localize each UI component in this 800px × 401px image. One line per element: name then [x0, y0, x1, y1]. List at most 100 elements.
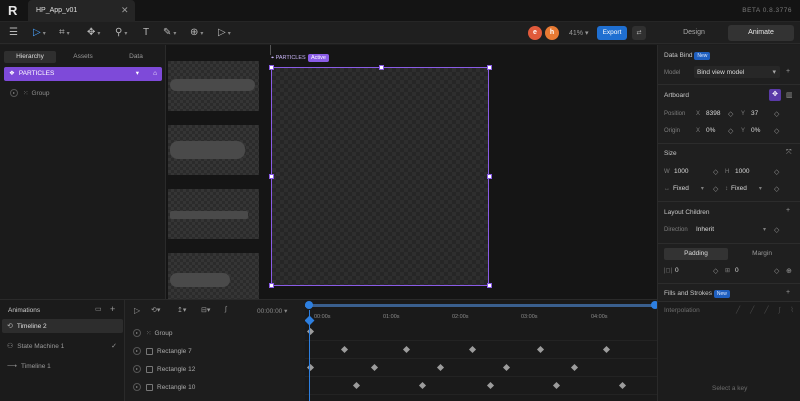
expand-spacing-icon[interactable]: ⊕ — [786, 267, 792, 275]
folder-icon[interactable]: ▭ — [95, 305, 102, 313]
keyframe[interactable] — [418, 381, 427, 390]
keyframe[interactable] — [502, 363, 511, 372]
animation-item-state-machine-1[interactable]: ⚇ State Machine 1 ✓ — [2, 339, 123, 353]
play-tool-icon[interactable]: ▷ ▾ — [218, 27, 231, 39]
keyframe-icon[interactable]: ◇ — [774, 185, 779, 193]
keyframe[interactable] — [602, 345, 611, 354]
frame-tool-icon[interactable]: ⌗ ▾ — [59, 27, 70, 39]
track-group[interactable] — [305, 323, 657, 341]
plus-icon[interactable]: + — [786, 68, 790, 75]
padding-right-input[interactable]: 0 — [735, 267, 739, 274]
animation-item-timeline-1[interactable]: ⟶ Timeline 1 — [2, 359, 123, 373]
keyframe-icon[interactable]: ◇ — [713, 267, 718, 275]
share-button[interactable]: ⇄ — [632, 26, 646, 40]
text-tool-icon[interactable]: T — [143, 27, 149, 39]
keyframe-icon[interactable]: ◇ — [774, 110, 779, 118]
keyframe[interactable] — [486, 381, 495, 390]
timeline-tracks[interactable]: 00:00s 01:00s 02:00s 03:00s 04:00s — [305, 299, 657, 401]
plus-icon[interactable]: + — [786, 207, 790, 214]
resize-handle[interactable] — [487, 65, 492, 70]
canvas-artboard-thumbnail[interactable] — [168, 125, 259, 175]
origin-y-input[interactable]: 0% — [751, 127, 760, 134]
hierarchy-item-particles[interactable]: ❖ PARTICLES ▾ ⌂ — [4, 67, 162, 81]
collaborator-avatar[interactable]: e — [528, 26, 542, 40]
expand-icon[interactable]: ▸ — [10, 89, 18, 97]
keyframe[interactable] — [370, 363, 379, 372]
timeline-layer-rectangle-12[interactable]: ▸ Rectangle 12 — [133, 362, 195, 376]
bone-tool-icon[interactable]: ⚲ ▾ — [115, 27, 127, 39]
resize-handle[interactable] — [269, 174, 274, 179]
keyframe[interactable] — [468, 345, 477, 354]
tab-hierarchy[interactable]: Hierarchy — [4, 51, 56, 63]
pen-tool-icon[interactable]: ✥ ▾ — [87, 27, 100, 39]
snap-icon[interactable]: ⊟▾ — [201, 306, 210, 314]
timeline-scrollbar-thumb[interactable] — [305, 304, 655, 307]
tag-icon[interactable]: ⌂ — [153, 67, 157, 81]
direction-icon[interactable]: ↥▾ — [177, 306, 186, 314]
file-tab[interactable]: HP_App_v01 ✕ — [28, 0, 135, 22]
timecode[interactable]: 00:00:00 ▾ — [257, 307, 287, 315]
fit-icon[interactable]: ⤧ — [786, 149, 792, 157]
padding-tab[interactable]: Padding — [664, 248, 728, 260]
width-mode-select[interactable]: ↔ Fixed ▾ — [664, 185, 704, 192]
resize-handle[interactable] — [487, 174, 492, 179]
padding-left-input[interactable]: 0 — [675, 267, 679, 274]
animate-mode-tab[interactable]: Animate — [728, 25, 794, 41]
expand-icon[interactable]: ▸ — [133, 347, 141, 355]
collaborator-avatar[interactable]: h — [545, 26, 559, 40]
hierarchy-item-group[interactable]: ▸ ⁙ Group — [10, 89, 50, 97]
direction-select[interactable]: Inherit ▾ — [696, 226, 766, 233]
keyframe[interactable] — [618, 381, 627, 390]
track-rectangle-12[interactable] — [305, 359, 657, 377]
pointer-tool-icon[interactable]: ▷ ▾ — [33, 27, 46, 39]
resize-handle[interactable] — [269, 65, 274, 70]
shape-tool-icon[interactable]: ✎ ▾ — [163, 27, 176, 39]
canvas-artboard-thumbnail[interactable] — [168, 253, 259, 299]
zoom-level[interactable]: 41% ▾ — [569, 29, 588, 37]
keyframe[interactable] — [536, 345, 545, 354]
scroll-start-handle[interactable] — [305, 301, 313, 309]
timeline-layer-group[interactable]: ▸ ⁙ Group — [133, 326, 173, 340]
canvas-artboard-thumbnail[interactable] — [168, 189, 259, 239]
close-icon[interactable]: ✕ — [121, 5, 129, 16]
app-logo[interactable]: R — [8, 4, 22, 18]
artboard-bind-icon[interactable]: ✥ — [769, 89, 781, 101]
keyframe[interactable] — [436, 363, 445, 372]
height-input[interactable]: 1000 — [735, 168, 749, 175]
timeline-layer-rectangle-7[interactable]: ▸ Rectangle 7 — [133, 344, 192, 358]
plus-icon[interactable]: + — [110, 304, 115, 314]
resize-handle[interactable] — [379, 65, 384, 70]
resize-handle[interactable] — [269, 283, 274, 288]
easing-icon[interactable]: ∫ — [225, 306, 227, 313]
origin-x-input[interactable]: 0% — [706, 127, 715, 134]
expand-icon[interactable]: ▸ — [133, 365, 141, 373]
expand-icon[interactable]: ▸ — [133, 329, 141, 337]
expand-icon[interactable]: ▸ — [133, 383, 141, 391]
component-tool-icon[interactable]: ⊕ ▾ — [190, 27, 203, 39]
timeline-layer-rectangle-10[interactable]: ▸ Rectangle 10 — [133, 380, 195, 394]
scroll-end-handle[interactable] — [651, 301, 657, 309]
design-mode-tab[interactable]: Design — [662, 25, 726, 41]
keyframe-icon[interactable]: ◇ — [728, 127, 733, 135]
keyframe-icon[interactable]: ◇ — [713, 168, 718, 176]
loop-icon[interactable]: ⟲▾ — [151, 306, 160, 314]
canvas-artboard-thumbnail[interactable] — [168, 61, 259, 111]
keyframe-icon[interactable]: ◇ — [713, 185, 718, 193]
export-button[interactable]: Export — [597, 26, 627, 40]
tab-assets[interactable]: Assets — [57, 51, 109, 63]
keyframe-icon[interactable]: ◇ — [774, 226, 779, 234]
keyframe-icon[interactable]: ◇ — [774, 267, 779, 275]
track-rectangle-7[interactable] — [305, 341, 657, 359]
keyframe[interactable] — [402, 345, 411, 354]
keyframe[interactable] — [340, 345, 349, 354]
position-x-input[interactable]: 8398 — [706, 110, 720, 117]
height-mode-select[interactable]: ↕ Fixed ▾ — [725, 185, 762, 192]
keyframe-icon[interactable]: ◇ — [774, 127, 779, 135]
track-rectangle-10[interactable] — [305, 377, 657, 395]
chevron-down-icon[interactable]: ▾ — [136, 67, 139, 81]
margin-tab[interactable]: Margin — [730, 248, 794, 260]
tab-data[interactable]: Data — [110, 51, 162, 63]
keyframe-icon[interactable]: ◇ — [728, 110, 733, 118]
menu-icon[interactable]: ☰ — [9, 27, 18, 39]
position-y-input[interactable]: 37 — [751, 110, 758, 117]
